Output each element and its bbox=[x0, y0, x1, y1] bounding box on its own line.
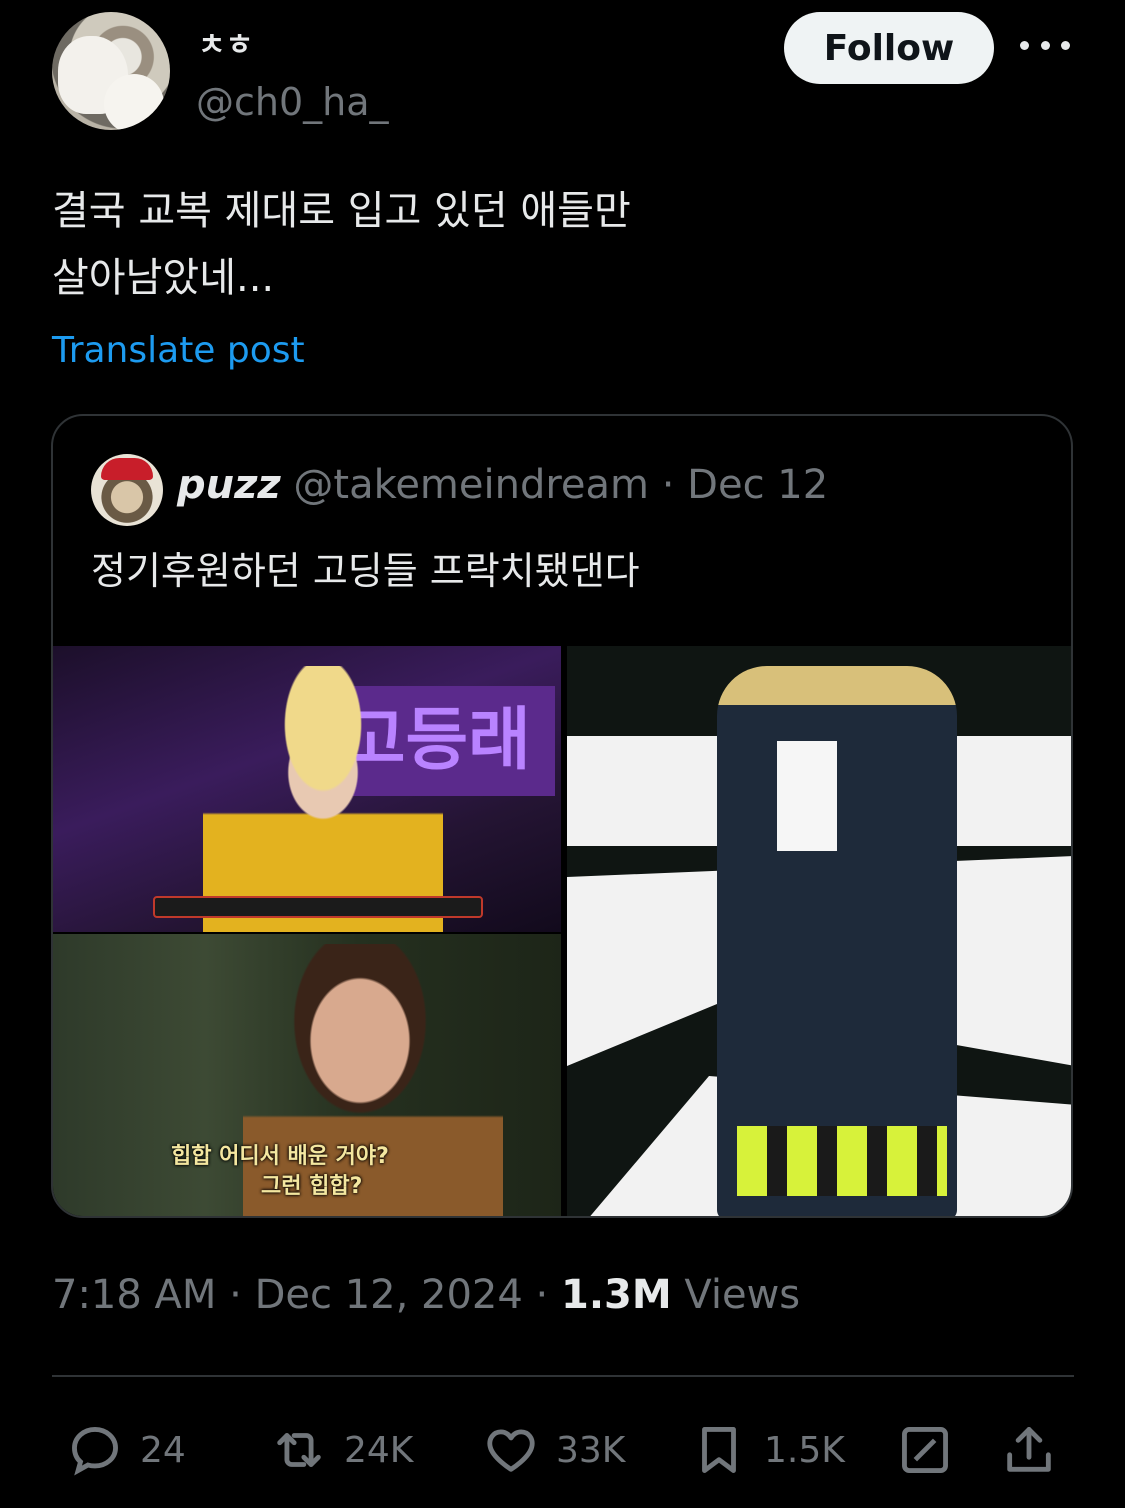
quote-author-avatar[interactable] bbox=[91, 454, 163, 526]
share-icon bbox=[1007, 1427, 1051, 1472]
post-time[interactable]: 7:18 AM bbox=[52, 1272, 216, 1318]
media-image-poster[interactable] bbox=[567, 646, 1071, 1216]
repost-button[interactable]: 24K bbox=[270, 1410, 413, 1490]
image-subtitle-line-2: 그런 힙합? bbox=[261, 1174, 363, 1199]
post-meta: 7:18 AM · Dec 12, 2024 · 1.3M Views bbox=[52, 1272, 800, 1318]
share-button[interactable] bbox=[1000, 1410, 1058, 1490]
avatar-santa-hat bbox=[101, 458, 153, 480]
image-person bbox=[203, 666, 443, 932]
repost-icon bbox=[277, 1433, 321, 1467]
post-page: ㅊㅎ @ch0_ha_ Follow 결국 교복 제대로 입고 있던 애들만 살… bbox=[0, 0, 1125, 1508]
meta-separator: · bbox=[229, 1272, 242, 1318]
reply-count: 24 bbox=[140, 1429, 186, 1471]
translate-post-link[interactable]: Translate post bbox=[52, 330, 305, 371]
more-icon[interactable] bbox=[1020, 30, 1070, 60]
author-avatar[interactable] bbox=[52, 12, 170, 130]
reply-icon bbox=[72, 1427, 118, 1476]
author-name[interactable]: ㅊㅎ bbox=[198, 20, 253, 64]
post-date[interactable]: Dec 12, 2024 bbox=[255, 1272, 523, 1318]
bookmark-count: 1.5K bbox=[764, 1429, 845, 1471]
views-count[interactable]: 1.3M bbox=[561, 1272, 672, 1318]
meta-separator: · bbox=[535, 1272, 549, 1318]
like-count: 33K bbox=[556, 1429, 626, 1471]
avatar-dog-shape-2 bbox=[104, 74, 164, 130]
heart-icon bbox=[487, 1429, 535, 1472]
grok-icon bbox=[902, 1427, 948, 1473]
grok-button[interactable] bbox=[896, 1410, 954, 1490]
action-bar: 24 24K 33K 1.5K bbox=[0, 1410, 1125, 1490]
follow-button[interactable]: Follow bbox=[784, 12, 994, 84]
views-label: Views bbox=[684, 1272, 801, 1318]
quote-separator: · bbox=[661, 462, 675, 508]
quote-author-name[interactable]: puzz bbox=[177, 462, 281, 508]
bookmark-button[interactable]: 1.5K bbox=[690, 1410, 845, 1490]
quote-media-grid: 고등래 힙합 어디서 배운 거야? 그런 힙합? bbox=[53, 646, 1071, 1216]
quote-header: puzz @takemeindream · Dec 12 bbox=[177, 462, 828, 508]
quote-author-handle[interactable]: @takemeindream bbox=[293, 462, 649, 508]
image-subtitle-line-1: 힙합 어디서 배운 거야? bbox=[171, 1144, 389, 1169]
like-button[interactable]: 33K bbox=[482, 1410, 625, 1490]
poster-shirt bbox=[777, 741, 837, 851]
bookmark-icon bbox=[702, 1427, 736, 1473]
media-image-interview[interactable]: 힙합 어디서 배운 거야? 그런 힙합? bbox=[53, 934, 561, 1216]
repost-count: 24K bbox=[344, 1429, 414, 1471]
quoted-post[interactable]: puzz @takemeindream · Dec 12 정기후원하던 고딩들 … bbox=[51, 414, 1073, 1218]
media-image-stage-performance[interactable]: 고등래 bbox=[53, 646, 561, 932]
poster-boots bbox=[737, 1126, 947, 1196]
broadcast-caption-bar bbox=[153, 896, 483, 918]
quote-date[interactable]: Dec 12 bbox=[687, 462, 828, 508]
divider bbox=[52, 1375, 1074, 1377]
image-subtitle: 힙합 어디서 배운 거야? 그런 힙합? bbox=[171, 1142, 389, 1202]
post-text: 결국 교복 제대로 입고 있던 애들만 살아남았네... bbox=[52, 188, 631, 301]
quote-text: 정기후원하던 고딩들 프락치됐댄다 bbox=[91, 549, 640, 593]
reply-button[interactable]: 24 bbox=[66, 1410, 186, 1490]
author-handle[interactable]: @ch0_ha_ bbox=[196, 80, 389, 124]
